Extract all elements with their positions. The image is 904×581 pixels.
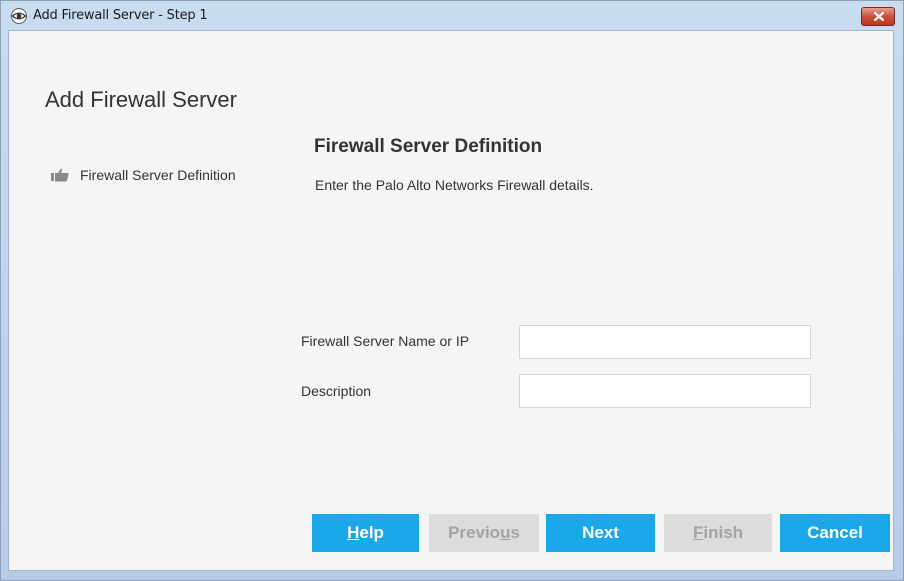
left-nav-item-firewall-server-definition[interactable]: Firewall Server Definition xyxy=(51,167,236,183)
section-title: Firewall Server Definition xyxy=(314,136,543,157)
finish-button[interactable]: Finish xyxy=(664,514,772,552)
description-label: Description xyxy=(301,383,372,399)
page-title: Add Firewall Server xyxy=(45,87,237,112)
left-nav-label: Firewall Server Definition xyxy=(80,167,236,183)
next-button[interactable]: Next xyxy=(546,514,655,552)
firewall-server-name-input[interactable] xyxy=(519,325,811,359)
title-bar[interactable]: Add Firewall Server - Step 1 xyxy=(1,1,903,31)
dialog-content: Add Firewall Server Firewall Server Defi… xyxy=(8,30,894,571)
pointing-hand-icon xyxy=(51,168,69,182)
description-input[interactable] xyxy=(519,374,811,408)
close-button[interactable] xyxy=(861,7,895,26)
section-description: Enter the Palo Alto Networks Firewall de… xyxy=(315,177,594,193)
window-title: Add Firewall Server - Step 1 xyxy=(33,8,208,23)
cancel-button[interactable]: Cancel xyxy=(780,514,890,552)
previous-button[interactable]: Previous xyxy=(429,514,539,552)
close-icon xyxy=(874,12,884,21)
help-button[interactable]: Help xyxy=(312,514,419,552)
firewall-server-name-label: Firewall Server Name or IP xyxy=(301,333,470,349)
eye-icon xyxy=(10,8,28,24)
